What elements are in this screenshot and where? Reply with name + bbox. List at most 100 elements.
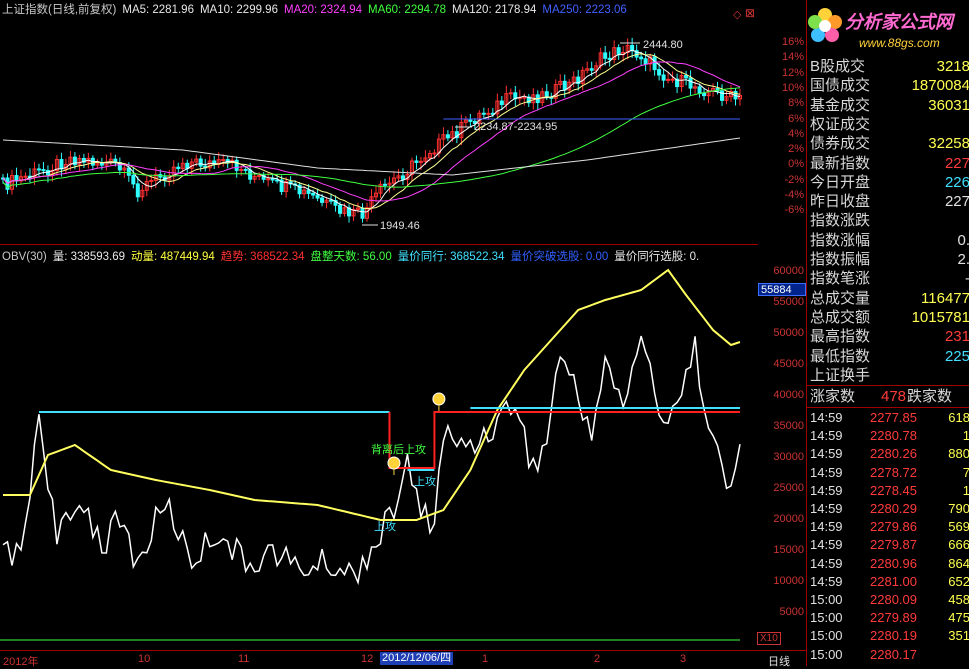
candle-body — [248, 169, 253, 180]
candle-body — [414, 160, 419, 163]
candle-body — [257, 174, 262, 177]
candle-body — [23, 175, 28, 178]
tick-time: 15:00 — [810, 646, 843, 662]
stat-value: 227 — [944, 193, 969, 211]
stat-label: 债券成交 — [810, 135, 871, 153]
candle-body — [239, 168, 244, 171]
stat-row: 基金成交 36031 — [807, 96, 969, 115]
tick-price: 2280.78 — [870, 428, 917, 444]
tick-row[interactable]: 14:59 2280.78 1 — [807, 427, 969, 445]
advance-count: 478 — [881, 388, 907, 405]
candle-body — [275, 179, 280, 182]
tick-time: 14:59 — [810, 537, 843, 553]
candle-body — [688, 77, 693, 89]
tick-vol: 351 — [948, 628, 969, 644]
tick-vol: 790 — [948, 501, 969, 516]
stat-label: 基金成交 — [810, 96, 871, 114]
tick-time: 14:59 — [810, 519, 843, 535]
tick-vol: 618 — [948, 410, 969, 425]
stat-row: 总成交额 1015781 — [807, 308, 969, 327]
tick-row[interactable]: 15:00 2280.09 458 — [807, 591, 969, 609]
tick-price: 2280.29 — [870, 501, 917, 516]
candle-body — [652, 56, 657, 71]
tick-vol: 652 — [948, 573, 969, 589]
tick-price: 2280.96 — [870, 555, 917, 571]
tick-price: 2279.86 — [870, 519, 917, 535]
stat-label: 最新指数 — [810, 154, 871, 172]
tick-row[interactable]: 14:59 2278.72 7 — [807, 464, 969, 482]
stat-label: 国债成交 — [810, 77, 871, 95]
logo-url: www.88gs.com — [859, 36, 940, 50]
stat-row: 总成交量 116477 — [807, 289, 969, 308]
decline-label: 跌家数 — [907, 388, 953, 405]
divergence-annotation: 背离后上攻 — [371, 444, 426, 456]
tick-row[interactable]: 14:59 2278.45 1 — [807, 482, 969, 500]
candle-body — [670, 78, 675, 81]
tick-row[interactable]: 14:59 2280.29 790 — [807, 500, 969, 518]
tick-time: 14:59 — [810, 428, 843, 444]
stat-value: 1870084 — [911, 77, 969, 95]
candle-body — [589, 68, 594, 71]
attack-annotation: 上攻 — [374, 521, 396, 533]
market-info-panel: 分析家公式网 www.88gs.com B股成交 3218 国债成交 1870084 基… — [806, 0, 969, 666]
stat-value: 227 — [944, 154, 969, 172]
tick-row[interactable]: 15:00 2280.17 — [807, 646, 969, 664]
momentum-line — [3, 268, 741, 521]
ma20-line — [2, 61, 741, 202]
stat-row: 最低指数 225 — [807, 347, 969, 366]
volume-line — [2, 335, 741, 586]
candle-body — [131, 174, 136, 185]
stat-label: 上证换手 — [810, 366, 871, 384]
tick-vol: 666 — [948, 537, 969, 553]
candle-body — [486, 112, 491, 115]
stat-value: 225 — [944, 347, 969, 365]
tick-price: 2278.72 — [870, 464, 917, 480]
date-tick: 10 — [138, 653, 151, 665]
stat-label: B股成交 — [810, 58, 866, 75]
tick-vol: 458 — [948, 592, 969, 607]
stat-label: 权证成交 — [810, 115, 871, 133]
stat-row: 上证换手 — [807, 366, 969, 385]
candle-body — [400, 175, 405, 180]
tick-row[interactable]: 15:00 2279.89 475 — [807, 609, 969, 627]
tick-row[interactable]: 15:00 2280.19 351 — [807, 627, 969, 645]
stat-label: 指数涨幅 — [810, 231, 871, 249]
candle-body — [432, 152, 437, 155]
stat-value: 116477 — [921, 289, 969, 307]
candle-body — [320, 197, 325, 203]
stat-row: 指数涨幅 0. — [807, 231, 969, 250]
tick-row[interactable]: 14:59 2279.87 666 — [807, 536, 969, 554]
tick-time: 14:59 — [810, 501, 843, 516]
candle-body — [508, 92, 513, 95]
candle-body — [639, 56, 644, 60]
stat-label: 昨日收盘 — [810, 193, 871, 211]
tick-time: 15:00 — [810, 628, 843, 644]
stat-value: 2. — [957, 251, 969, 268]
tick-row[interactable]: 14:59 2279.86 569 — [807, 518, 969, 536]
candle-body — [657, 69, 662, 76]
candle-body — [306, 189, 311, 194]
low-price-annotation: 1949.46 — [380, 220, 420, 232]
tick-time: 15:00 — [810, 610, 843, 626]
buy-signal-icon — [387, 456, 401, 470]
candle-body — [697, 86, 702, 94]
tick-price: 2278.45 — [870, 482, 917, 498]
tick-row[interactable]: 14:59 2280.26 880 — [807, 445, 969, 463]
site-logo: 分析家公式网 www.88gs.com — [807, 0, 969, 56]
tick-price: 2280.19 — [870, 628, 917, 644]
period-label[interactable]: 日线 — [768, 653, 790, 669]
tick-row[interactable]: 14:59 2280.96 864 — [807, 555, 969, 573]
logo-title: 分析家公式网 — [845, 12, 953, 32]
stat-row: 权证成交 — [807, 115, 969, 134]
stat-value: 0. — [957, 231, 969, 249]
candle-body — [126, 167, 131, 176]
stat-row: 最新指数 227 — [807, 154, 969, 173]
tick-price: 2280.09 — [870, 592, 917, 607]
stat-value: 226 — [944, 173, 969, 191]
tick-row[interactable]: 14:59 2281.00 652 — [807, 573, 969, 591]
tick-row[interactable]: 14:59 2277.85 618 — [807, 409, 969, 427]
ma5-line — [2, 49, 741, 213]
candle-body — [176, 166, 181, 170]
stat-label: 最低指数 — [810, 347, 871, 365]
stat-row: 最高指数 231 — [807, 327, 969, 346]
